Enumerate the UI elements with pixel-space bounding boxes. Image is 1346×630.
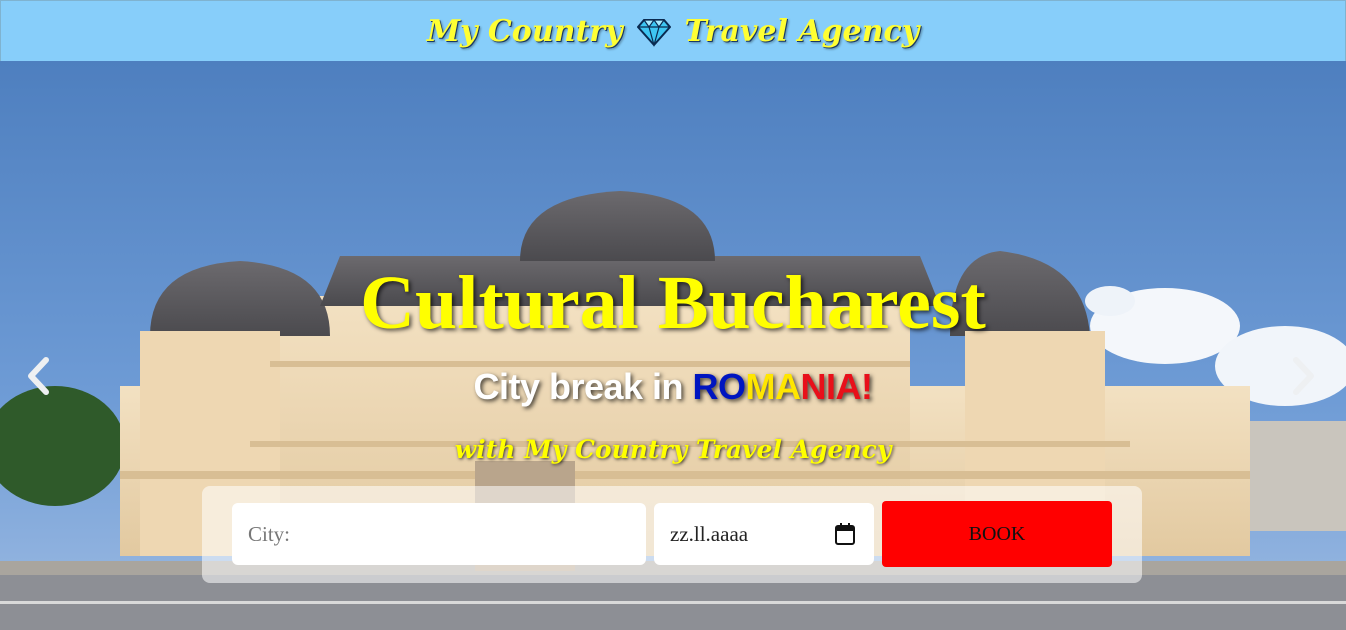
top-header: My Country Travel Agency bbox=[0, 0, 1346, 62]
hero-subtitle: City break in ROMANIA! bbox=[0, 369, 1346, 405]
city-input[interactable] bbox=[232, 503, 646, 565]
calendar-icon[interactable] bbox=[834, 522, 856, 546]
date-input[interactable]: zz.ll.aaaa bbox=[654, 503, 874, 565]
book-button[interactable]: BOOK bbox=[882, 501, 1112, 567]
subtitle-romania-nia: NIA! bbox=[800, 366, 874, 407]
subtitle-romania-ro: RO bbox=[692, 366, 747, 407]
brand-name-right: Travel Agency bbox=[684, 13, 920, 49]
subtitle-romania-ma: MA bbox=[745, 366, 802, 407]
brand-name-left: My Country bbox=[426, 13, 623, 49]
hero-carousel: Cultural Bucharest City break in ROMANIA… bbox=[0, 61, 1346, 630]
date-input-value: zz.ll.aaaa bbox=[670, 521, 749, 546]
diamond-gem-icon bbox=[636, 18, 671, 48]
hero-tagline: with My Country Travel Agency bbox=[454, 435, 892, 464]
brand-logo[interactable]: My Country Travel Agency bbox=[427, 14, 919, 49]
subtitle-prefix: City break in bbox=[473, 366, 693, 407]
booking-form: zz.ll.aaaa BOOK bbox=[202, 486, 1142, 583]
hero-title: Cultural Bucharest bbox=[360, 261, 986, 345]
